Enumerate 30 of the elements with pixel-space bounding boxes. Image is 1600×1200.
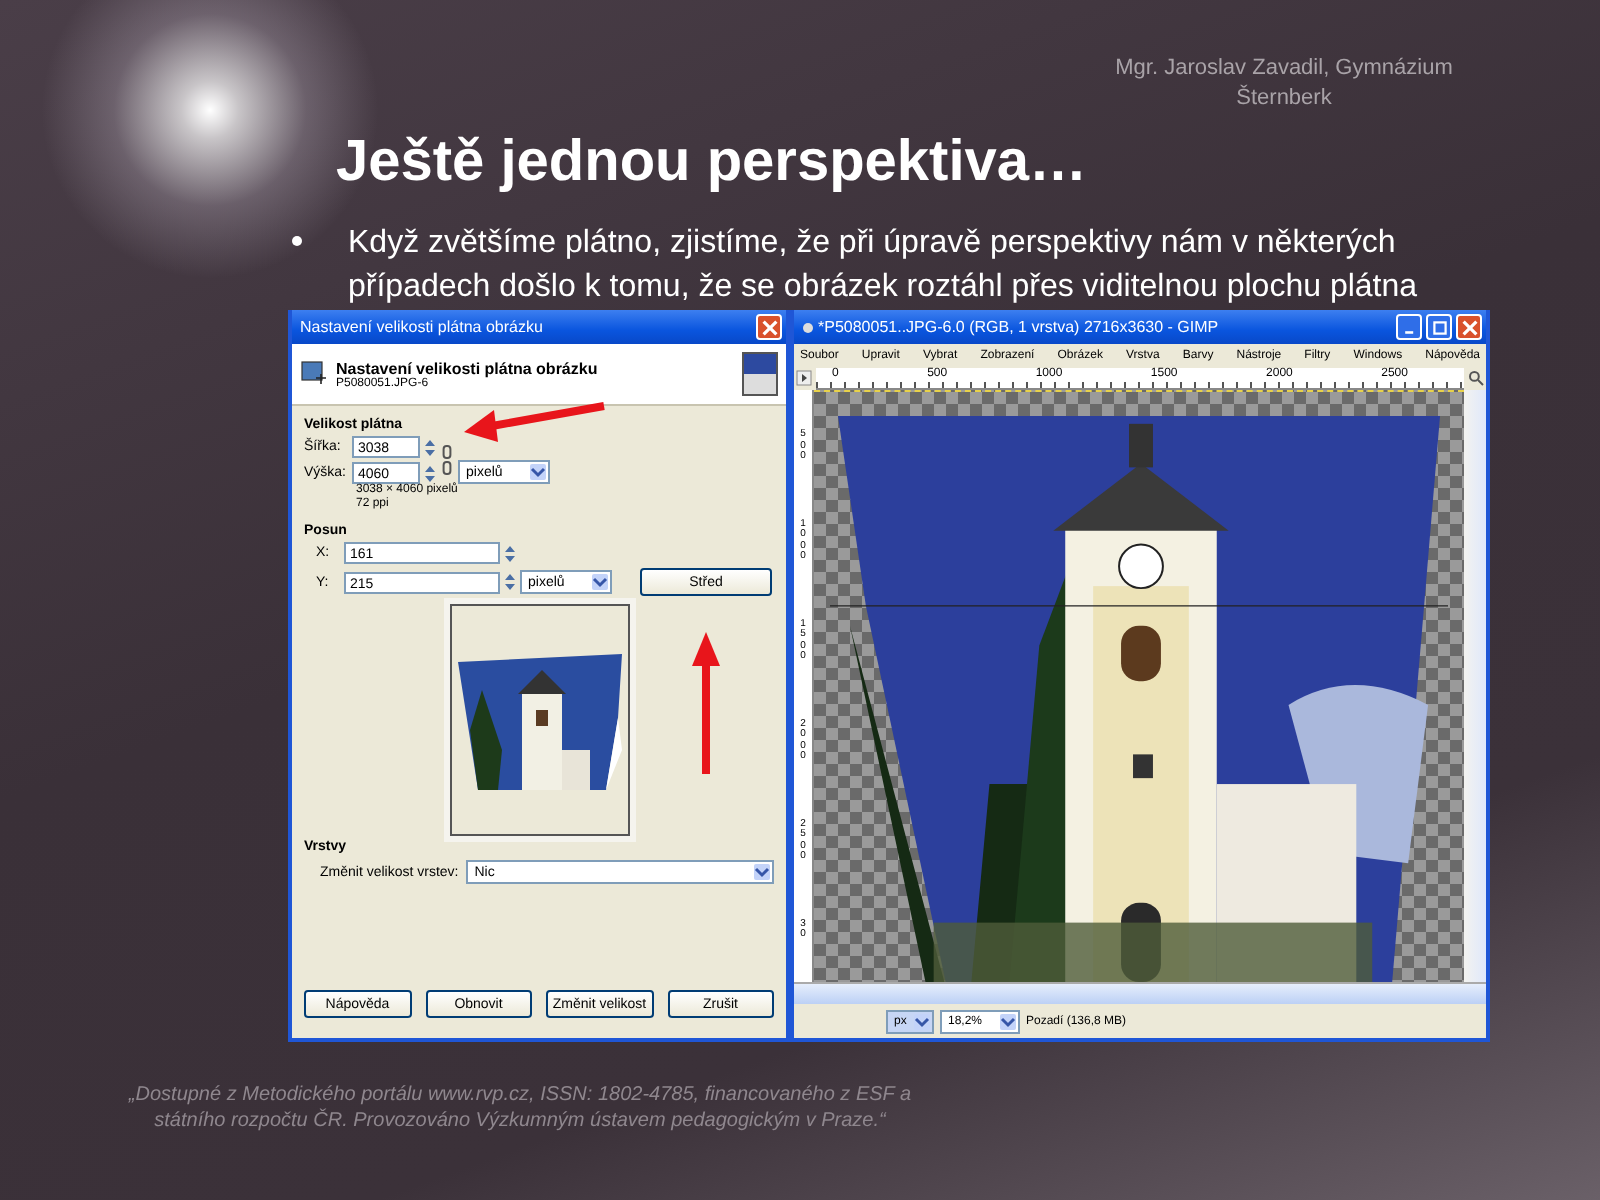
close-button[interactable] bbox=[756, 314, 782, 340]
spin-arrows-icon[interactable] bbox=[504, 572, 516, 592]
dialog-heading: Nastavení velikosti plátna obrázku bbox=[336, 359, 600, 377]
caret-icon[interactable] bbox=[530, 464, 546, 480]
window-icon bbox=[802, 321, 814, 333]
close-button[interactable] bbox=[1456, 314, 1482, 340]
magnifier-icon[interactable] bbox=[1468, 370, 1484, 386]
slide-title: Ještě jednou perspektiva… bbox=[336, 128, 1088, 198]
window-title: *P5080051..JPG-6.0 (RGB, 1 vrstva) 2716x3630 - GIMP bbox=[818, 318, 1221, 336]
spin-arrows-icon[interactable] bbox=[424, 463, 436, 483]
caret-icon[interactable] bbox=[914, 1013, 930, 1029]
dialog-title: Nastavení velikosti plátna obrázku bbox=[300, 318, 545, 336]
chain-link-icon[interactable] bbox=[442, 444, 452, 476]
author-credit: Mgr. Jaroslav Zavadil, Gymnázium Šternberk bbox=[1113, 54, 1455, 114]
vertical-scrollbar[interactable] bbox=[1464, 390, 1486, 982]
spin-arrows-icon[interactable] bbox=[424, 437, 436, 457]
menu-arrow-icon[interactable] bbox=[796, 370, 812, 386]
maximize-icon bbox=[1431, 319, 1447, 335]
maximize-button[interactable] bbox=[1426, 314, 1452, 340]
caret-icon[interactable] bbox=[592, 574, 608, 590]
canvas-icon bbox=[300, 360, 328, 388]
horizontal-scrollbar[interactable] bbox=[794, 982, 1486, 1004]
bullet-dot bbox=[292, 236, 302, 246]
caret-icon[interactable] bbox=[1000, 1013, 1016, 1029]
minimize-button[interactable] bbox=[1396, 314, 1422, 340]
spin-arrows-icon[interactable] bbox=[504, 543, 516, 563]
image-thumbnail bbox=[742, 352, 778, 396]
caret-icon[interactable] bbox=[754, 864, 770, 880]
bullet-text: Když zvětšíme plátno, zjistíme, že při úpravě perspektivy nám v některých případech došlo k tomu, že se obrázek roztáhl přes viditelnou plochu plátna bbox=[348, 224, 1420, 308]
footer-note: „Dostupné z Metodického portálu www.rvp.cz, ISSN: 1802-4785, financovaného z ESF a státního rozpočtu ČR. Provozováno Výzkumným ústavem pedagogickým v Praze.“ bbox=[126, 1082, 914, 1134]
